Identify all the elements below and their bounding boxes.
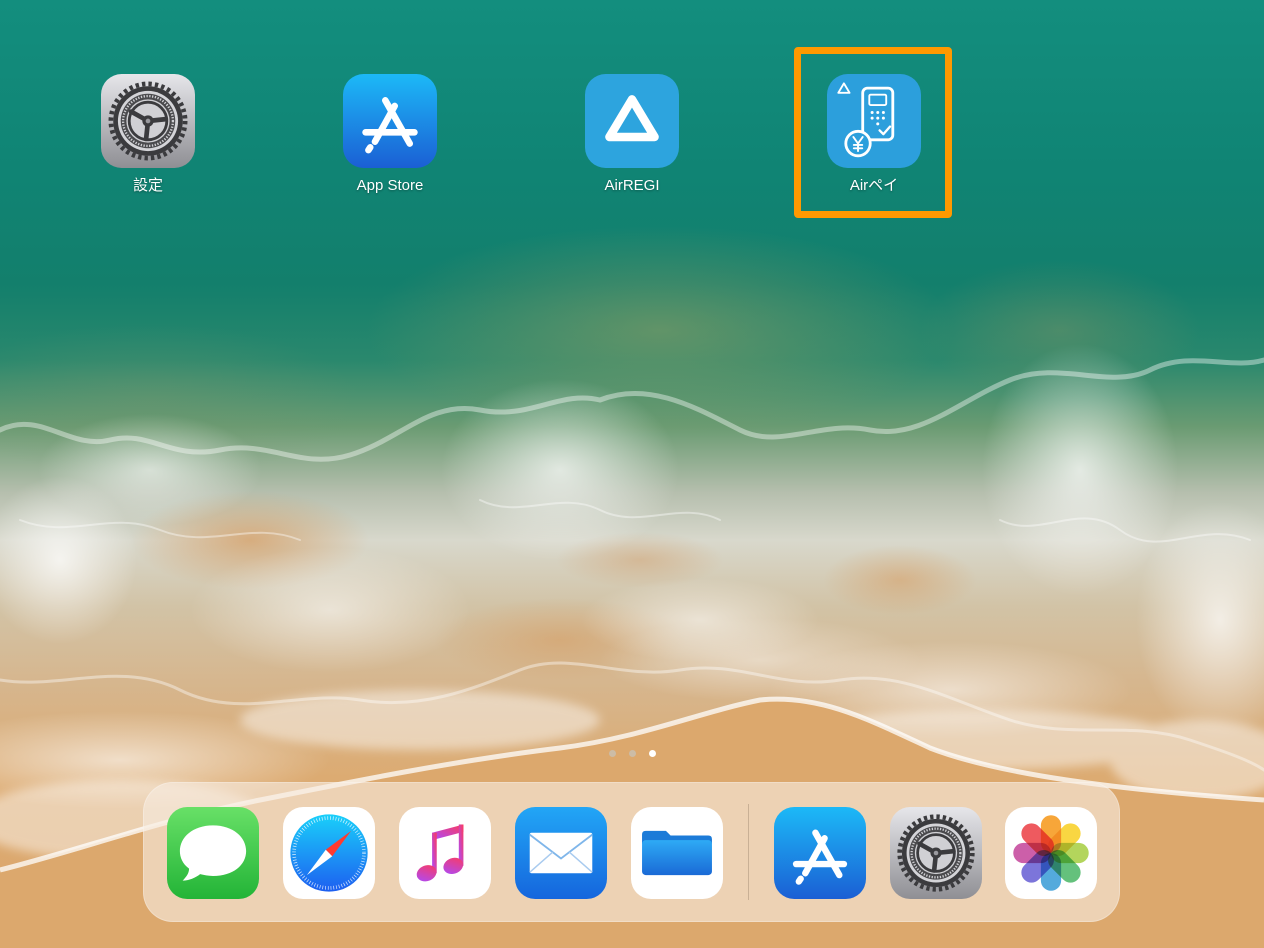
mail-icon[interactable] xyxy=(515,807,607,899)
ipad-home-screen: 設定 App Store AirREGI Airペイ xyxy=(0,0,1264,948)
page-dot xyxy=(628,750,636,757)
page-indicator[interactable] xyxy=(532,750,732,757)
music-icon[interactable] xyxy=(399,807,491,899)
airregi-icon[interactable] xyxy=(585,74,679,168)
app-label-airregi: AirREGI xyxy=(604,177,660,194)
app-store-icon[interactable] xyxy=(343,74,437,168)
dock xyxy=(143,782,1120,922)
home-app-app-store[interactable]: App Store xyxy=(343,74,437,198)
safari-icon[interactable] xyxy=(283,807,375,899)
dock-divider xyxy=(748,804,749,900)
messages-icon[interactable] xyxy=(167,807,259,899)
app-label-settings: 設定 xyxy=(132,177,163,194)
app-label-app-store: App Store xyxy=(356,177,424,194)
home-app-settings[interactable]: 設定 xyxy=(101,74,195,198)
photos-icon[interactable] xyxy=(1005,807,1097,899)
home-app-airregi[interactable]: AirREGI xyxy=(585,74,679,198)
settings-icon[interactable] xyxy=(101,74,195,168)
settings-icon[interactable] xyxy=(890,807,982,899)
app-store-icon[interactable] xyxy=(774,807,866,899)
files-icon[interactable] xyxy=(631,807,723,899)
highlight-box xyxy=(794,47,952,218)
page-dot xyxy=(608,750,616,757)
page-dot-current xyxy=(648,750,656,757)
